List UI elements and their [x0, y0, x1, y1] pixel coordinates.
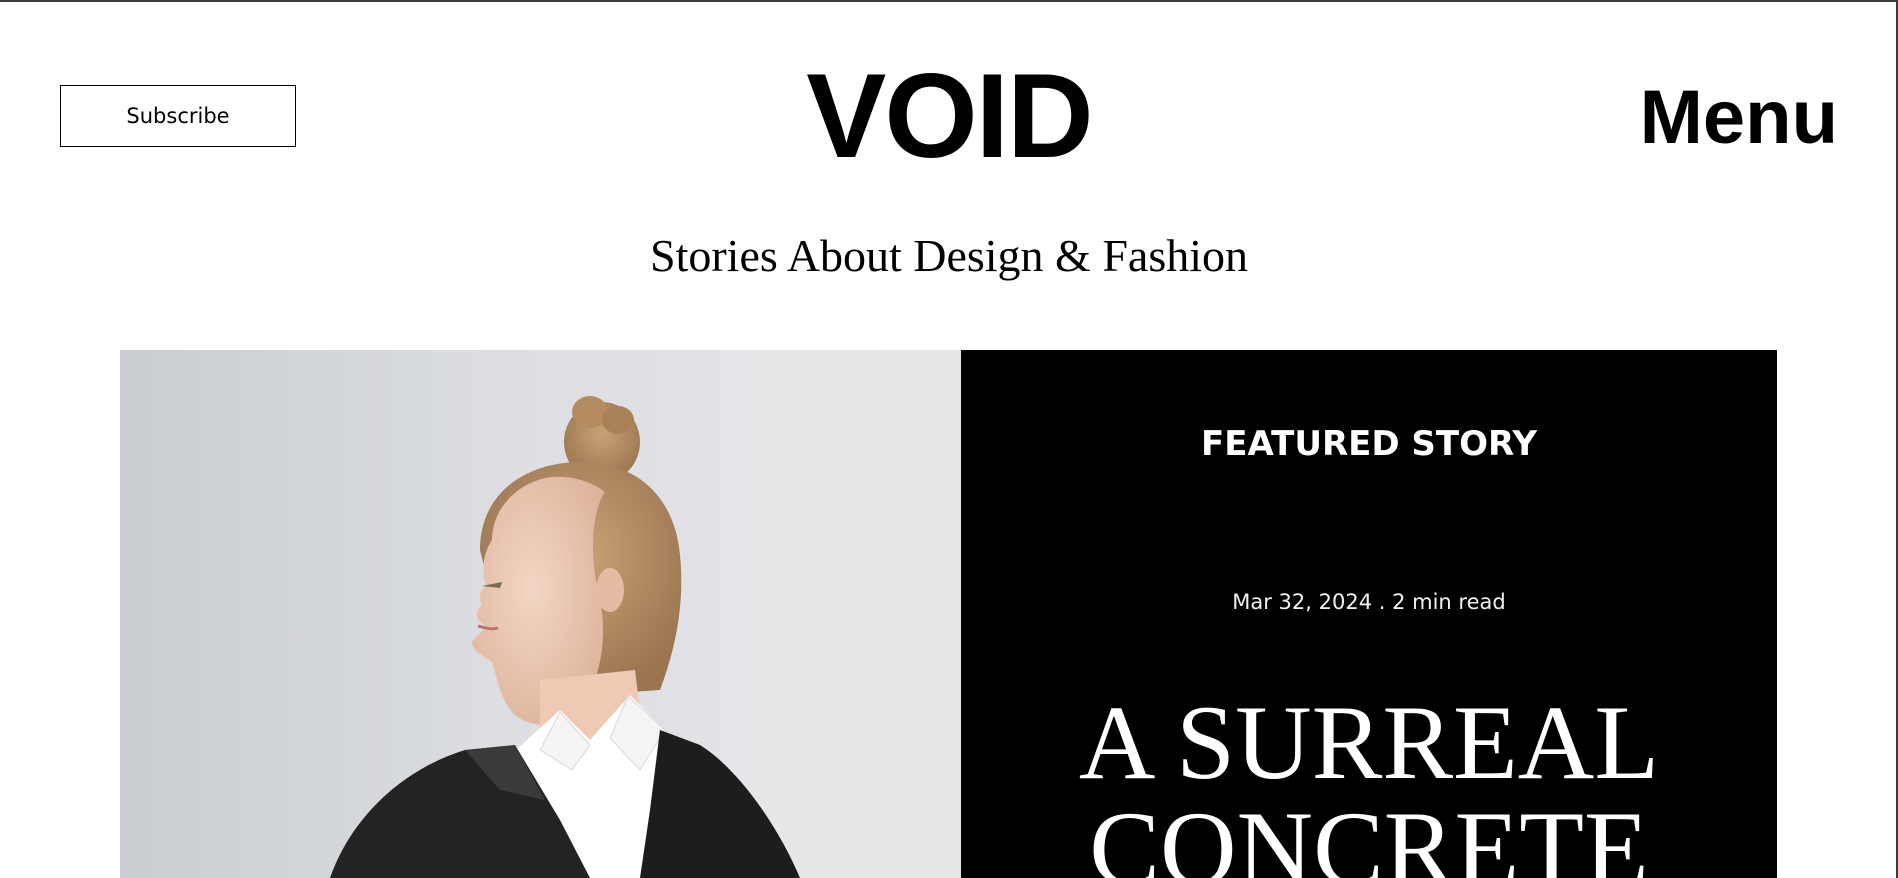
featured-image[interactable] [120, 350, 961, 878]
featured-title-line-1: A SURREAL [1078, 684, 1660, 801]
site-tagline: Stories About Design & Fashion [649, 230, 1249, 281]
subscribe-button[interactable]: Subscribe [60, 85, 296, 147]
story-meta: Mar 32, 2024 . 2 min read [1232, 590, 1506, 614]
featured-story-label: FEATURED STORY [1201, 424, 1537, 464]
site-logo[interactable]: VOID [806, 49, 1093, 183]
menu-button[interactable]: Menu [1640, 76, 1838, 160]
featured-story: FEATURED STORY Mar 32, 2024 . 2 min read… [120, 350, 1777, 878]
top-border [0, 0, 1898, 2]
featured-panel: FEATURED STORY Mar 32, 2024 . 2 min read… [961, 350, 1777, 878]
featured-title[interactable]: A SURREAL CONCRETE [961, 690, 1777, 878]
woman-portrait-icon [120, 350, 961, 878]
featured-title-line-2: CONCRETE [1089, 790, 1649, 878]
